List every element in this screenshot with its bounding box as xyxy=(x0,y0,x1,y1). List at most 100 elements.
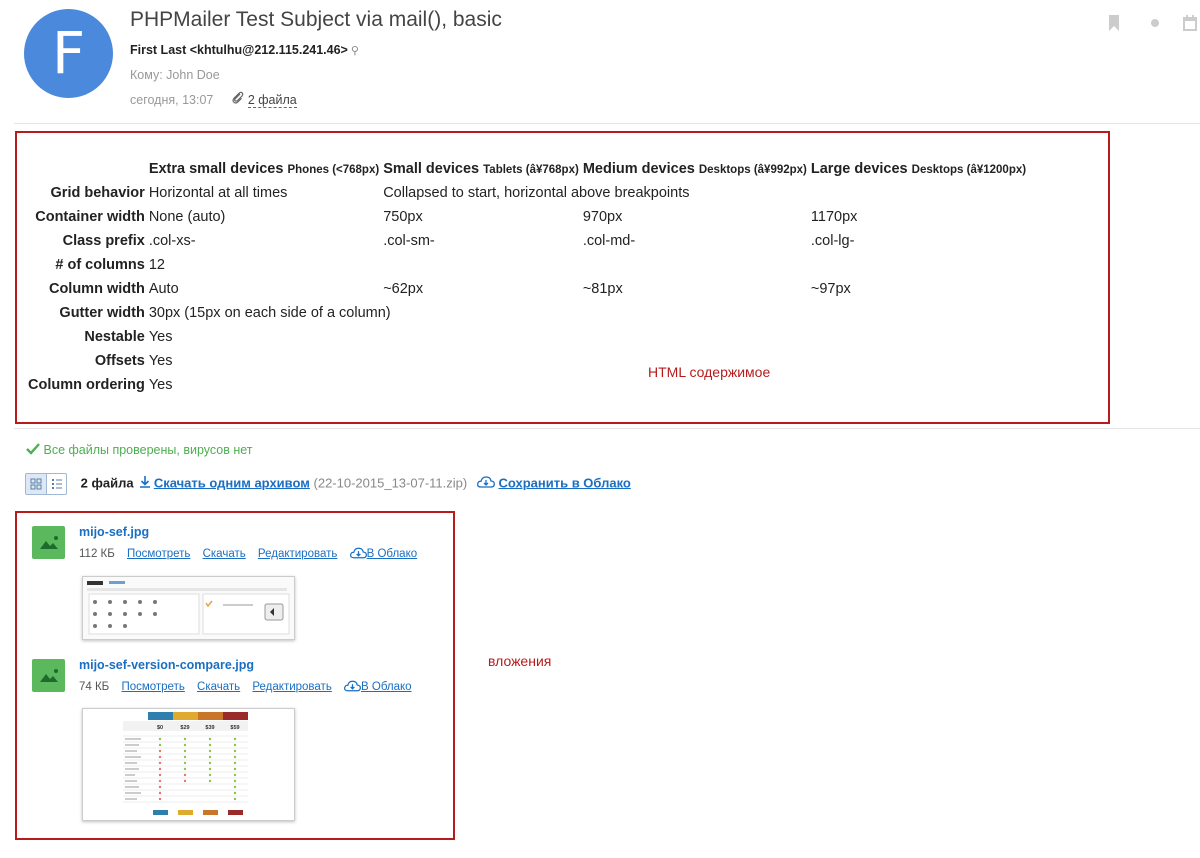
table-cell: .col-xs- xyxy=(148,233,196,249)
image-file-icon[interactable] xyxy=(32,526,65,559)
table-cell: .col-sm- xyxy=(383,233,435,249)
row-label: Grid behavior xyxy=(50,185,145,201)
list-view-icon[interactable] xyxy=(47,474,66,494)
row-label: Class prefix xyxy=(62,233,145,249)
cloud-upload-icon[interactable] xyxy=(476,476,495,489)
file-size: 74 КБ xyxy=(79,681,110,693)
download-icon[interactable] xyxy=(140,476,151,489)
save-to-cloud-link[interactable]: Сохранить в Облако xyxy=(498,475,630,490)
table-cell: Yes xyxy=(148,377,173,393)
table-cell: Collapsed to start, horizontal above bre… xyxy=(383,185,690,201)
view-file-link[interactable]: Посмотреть xyxy=(121,681,184,693)
attachments-frame: mijo-sef.jpg 112 КБ Посмотреть Скачать Р… xyxy=(15,511,455,840)
archive-filename: (22-10-2015_13-07-11.zip) xyxy=(313,475,468,491)
save-file-to-cloud-link[interactable]: В Облако xyxy=(361,681,412,693)
table-cell: 970px xyxy=(582,209,623,225)
table-cell: ~81px xyxy=(582,281,623,297)
table-cell: 30px (15px on each side of a column) xyxy=(148,305,391,321)
thumb-price: $59 xyxy=(230,725,239,731)
file-thumbnail[interactable] xyxy=(82,576,295,640)
paperclip-icon xyxy=(231,91,244,107)
table-row: Gutter width 30px (15px on each side of … xyxy=(26,301,1028,325)
table-row: Column ordering Yes xyxy=(26,373,1028,397)
table-cell: .col-lg- xyxy=(810,233,855,249)
file-actions: 112 КБ Посмотреть Скачать Редактировать … xyxy=(79,547,426,560)
attachments-toolbar: 2 файла Скачать одним архивом (22-10-201… xyxy=(25,473,631,495)
save-file-to-cloud-link[interactable]: В Облако xyxy=(367,548,418,560)
grid-view-icon[interactable] xyxy=(26,474,47,494)
date-line: сегодня, 13:07 2 файла xyxy=(130,91,297,108)
file-name-link[interactable]: mijo-sef.jpg xyxy=(79,525,149,539)
search-icon[interactable]: ⚲ xyxy=(351,45,359,57)
view-mode-toggle[interactable] xyxy=(25,473,67,495)
table-header-row: Extra small devices Phones (<768px) Smal… xyxy=(26,157,1028,181)
view-file-link[interactable]: Посмотреть xyxy=(127,548,190,560)
corner-cell xyxy=(26,157,147,181)
calendar-icon[interactable] xyxy=(1183,15,1197,31)
table-cell: Yes xyxy=(148,329,173,345)
edit-file-link[interactable]: Редактировать xyxy=(258,548,337,560)
row-label: Container width xyxy=(35,209,145,225)
message-date: сегодня, 13:07 xyxy=(130,93,214,107)
row-label: # of columns xyxy=(55,257,145,273)
table-cell: 750px xyxy=(383,209,423,225)
header-actions xyxy=(1100,15,1200,35)
attachments-annotation: вложения xyxy=(488,653,552,669)
html-content-frame: Extra small devices Phones (<768px) Smal… xyxy=(15,131,1110,424)
table-cell: ~62px xyxy=(383,281,424,297)
header-divider xyxy=(14,123,1200,124)
file-name-link[interactable]: mijo-sef-version-compare.jpg xyxy=(79,658,254,672)
table-cell: None (auto) xyxy=(148,209,226,225)
file-actions: 74 КБ Посмотреть Скачать Редактировать В… xyxy=(79,680,421,693)
thumb-price: $0 xyxy=(157,725,163,731)
file-thumbnail[interactable]: $0 $29 $39 $59 xyxy=(82,708,295,821)
table-cell: 12 xyxy=(148,257,165,273)
html-content-annotation: HTML содержимое xyxy=(648,364,771,380)
download-file-link[interactable]: Скачать xyxy=(197,681,240,693)
message-subject: PHPMailer Test Subject via mail(), basic xyxy=(130,8,502,31)
table-cell: ~97px xyxy=(810,281,851,297)
table-cell: Horizontal at all times xyxy=(148,185,288,201)
sender-address[interactable]: First Last <khtulhu@212.115.241.46> xyxy=(130,43,348,57)
thumb-price: $29 xyxy=(180,725,189,731)
content-divider xyxy=(14,428,1200,429)
col-header-lg: Large devices Desktops (â¥1200px) xyxy=(810,161,1027,177)
sender-avatar: F xyxy=(24,9,113,98)
table-row: Class prefix .col-xs- .col-sm- .col-md- … xyxy=(26,229,1028,253)
virus-check-status: Все файлы проверены, вирусов нет xyxy=(26,443,253,457)
download-archive-link[interactable]: Скачать одним архивом xyxy=(154,475,310,490)
attachments-count-link[interactable]: 2 файла xyxy=(247,93,297,108)
thumb-price: $39 xyxy=(205,725,214,731)
table-cell: .col-md- xyxy=(582,233,636,249)
bootstrap-grid-table: Extra small devices Phones (<768px) Smal… xyxy=(26,157,1028,397)
cloud-upload-icon[interactable] xyxy=(344,680,361,692)
table-cell: 1170px xyxy=(810,209,858,225)
row-label: Offsets xyxy=(94,353,145,369)
col-header-md: Medium devices Desktops (â¥992px) xyxy=(582,161,807,177)
table-row: Container width None (auto) 750px 970px … xyxy=(26,205,1028,229)
table-row: Grid behavior Horizontal at all times Co… xyxy=(26,181,1028,205)
unread-dot-icon[interactable] xyxy=(1151,19,1159,27)
attachments-count: 2 файла xyxy=(80,475,134,491)
download-file-link[interactable]: Скачать xyxy=(203,548,246,560)
table-cell: Auto xyxy=(148,281,179,297)
bookmark-icon[interactable] xyxy=(1108,15,1120,31)
sender-line[interactable]: First Last <khtulhu@212.115.241.46> ⚲ xyxy=(130,43,359,57)
row-label: Column ordering xyxy=(28,377,145,393)
col-header-xs: Extra small devices Phones (<768px) xyxy=(148,161,380,177)
virus-check-text: Все файлы проверены, вирусов нет xyxy=(43,443,253,457)
table-row: Nestable Yes xyxy=(26,325,1028,349)
table-row: Column width Auto ~62px ~81px ~97px xyxy=(26,277,1028,301)
edit-file-link[interactable]: Редактировать xyxy=(252,681,331,693)
row-label: Column width xyxy=(48,281,145,297)
table-row: # of columns 12 xyxy=(26,253,1028,277)
cloud-upload-icon[interactable] xyxy=(349,547,367,559)
table-row: Offsets Yes xyxy=(26,349,1028,373)
row-label: Nestable xyxy=(84,329,145,345)
recipient-line: Кому: John Doe xyxy=(130,68,220,82)
file-size: 112 КБ xyxy=(79,548,115,560)
table-cell: Yes xyxy=(148,353,173,369)
image-file-icon[interactable] xyxy=(32,659,65,692)
col-header-sm: Small devices Tablets (â¥768px) xyxy=(383,161,579,177)
checkmark-icon xyxy=(26,443,40,455)
